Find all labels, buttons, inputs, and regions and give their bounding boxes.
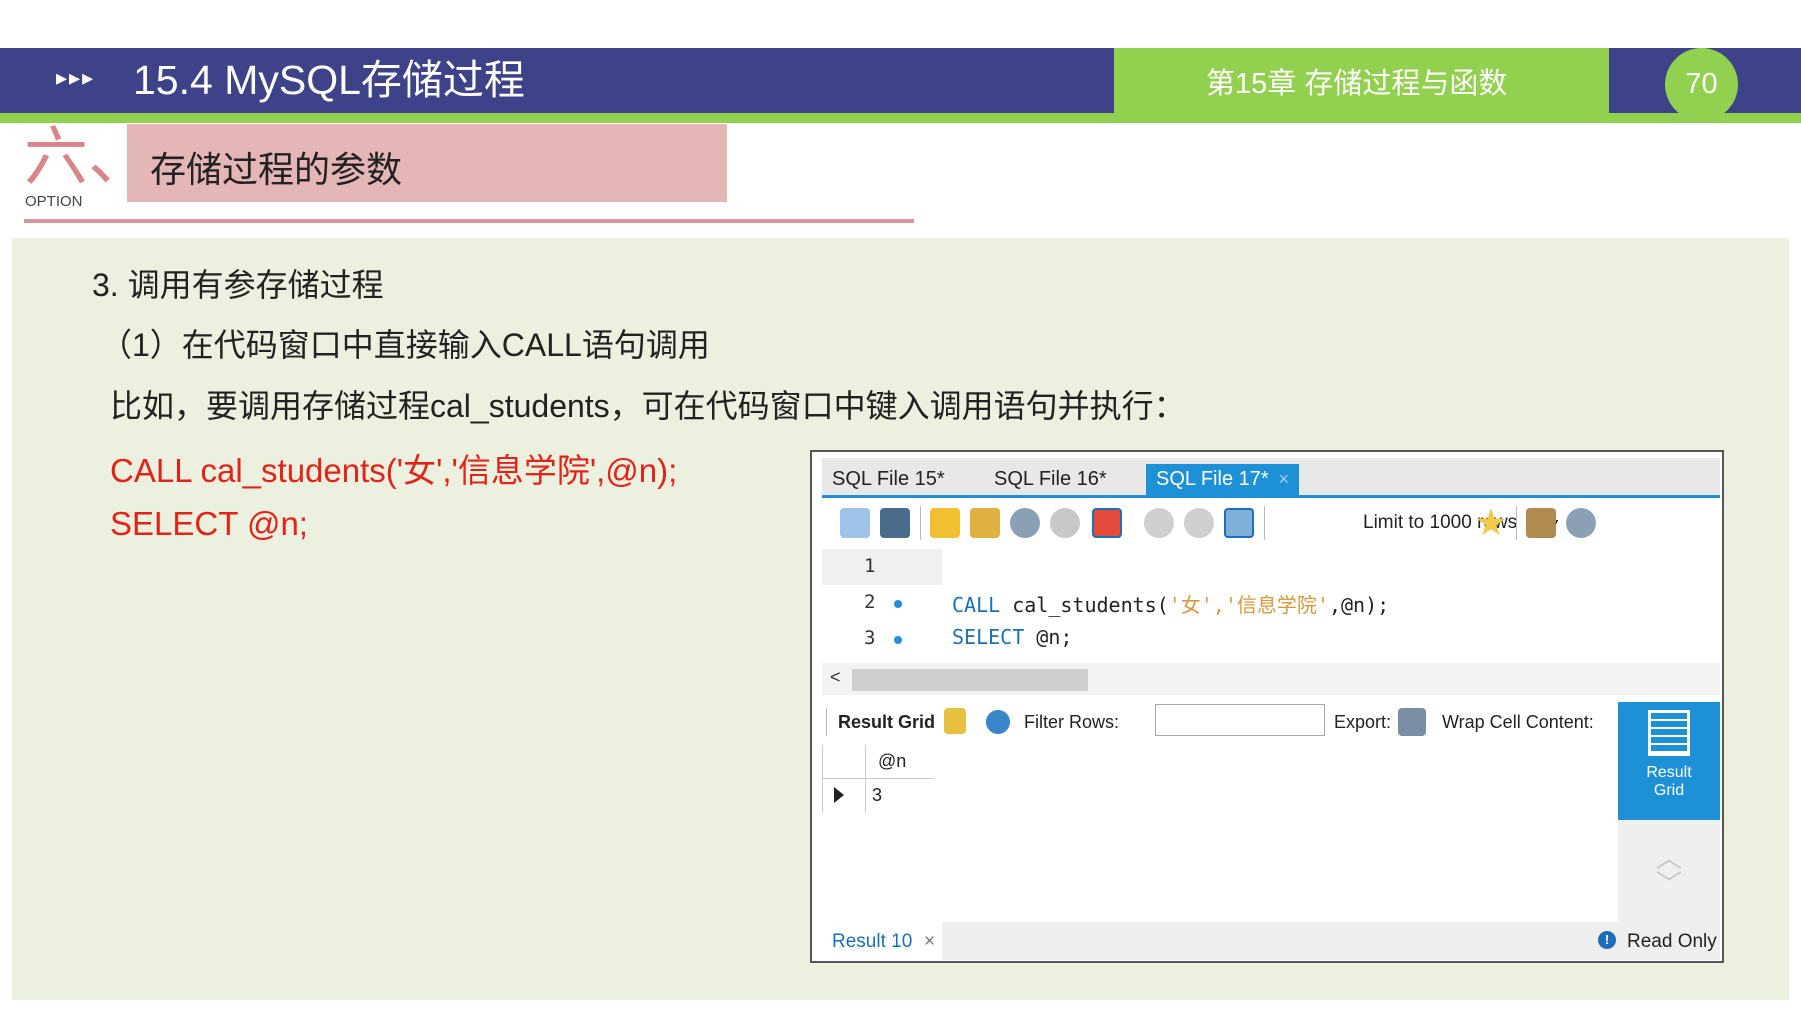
grid-header: @n [822, 745, 934, 779]
chevron-down-icon[interactable]: ﹀ [1656, 864, 1682, 901]
tab-underline [822, 495, 1720, 498]
side-panel: ︿ ﹀ [1618, 820, 1720, 928]
execute-icon[interactable] [930, 508, 960, 538]
page-title: 15.4 MySQL存储过程 [133, 57, 525, 103]
scroll-thumb[interactable] [852, 669, 1088, 691]
tab-sql-file-17[interactable]: SQL File 17* × [1146, 464, 1300, 496]
content-subheading: （1）在代码窗口中直接输入CALL语句调用 [100, 327, 710, 363]
open-folder-icon[interactable] [840, 508, 870, 538]
horizontal-scrollbar[interactable]: < [822, 663, 1720, 695]
header-bar: ▸▸▸ 15.4 MySQL存储过程 [0, 48, 1114, 113]
export-label: Export: [1334, 712, 1392, 732]
result-tab-label: Result 10 [832, 931, 913, 952]
editor-toolbar: Limit to 1000 rows▼ [822, 500, 1720, 548]
result-tab[interactable]: Result 10 × [822, 922, 942, 960]
scroll-left-icon[interactable]: < [830, 667, 841, 688]
autocommit-icon[interactable] [1224, 508, 1254, 538]
chapter-banner: 第15章 存储过程与函数 [1114, 48, 1609, 113]
code-editor[interactable]: 1 2 CALL cal_students('女','信息学院',@n); 3 … [822, 549, 1720, 663]
explain-icon[interactable] [1010, 508, 1040, 538]
statement-dot-icon [894, 600, 902, 608]
commit-icon[interactable] [1144, 508, 1174, 538]
page-number: 70 [1685, 68, 1718, 100]
table-row[interactable]: 3 [822, 779, 934, 813]
section-underline [24, 219, 914, 223]
line-number: 1 [864, 555, 876, 577]
code-line-3: SELECT @n; [952, 625, 1073, 649]
rollback-icon[interactable] [1184, 508, 1214, 538]
toolbar-separator [920, 506, 921, 540]
wrap-cell-label: Wrap Cell Content: [1442, 712, 1594, 732]
read-only-status: Read Only [1627, 931, 1717, 952]
toolbar-separator [1516, 506, 1517, 540]
header-arrows: ▸▸▸ [56, 66, 96, 91]
result-toolbar: Result Grid Filter Rows: Export: Wrap Ce… [822, 702, 1618, 744]
section-title: 存储过程的参数 [150, 149, 403, 190]
row-pointer-icon [834, 787, 844, 803]
toggle-error-icon[interactable] [1092, 508, 1122, 538]
code-line-2: CALL cal_students('女','信息学院',@n); [952, 593, 1390, 617]
workbench-screenshot: SQL File 15* SQL File 16* SQL File 17* × … [810, 450, 1724, 963]
close-icon[interactable]: × [1279, 469, 1290, 489]
grid-layout-icon[interactable] [944, 708, 966, 734]
line-number: 3 [864, 627, 876, 649]
result-grid: @n 3 [822, 745, 1618, 921]
result-grid-label[interactable]: Result Grid [838, 712, 935, 733]
result-status-bar: Result 10 × ! Read Only [822, 922, 1720, 960]
section-title-band: 存储过程的参数 [127, 124, 727, 202]
page-number-badge: 70 [1665, 48, 1738, 121]
refresh-icon[interactable] [986, 710, 1010, 734]
chapter-title: 第15章 存储过程与函数 [1206, 68, 1508, 100]
tab-sql-file-15[interactable]: SQL File 15* [822, 464, 955, 496]
stop-icon[interactable] [1050, 508, 1080, 538]
code-line-call: CALL cal_students('女','信息学院',@n); [110, 452, 678, 489]
content-heading: 3. 调用有参存储过程 [92, 267, 384, 303]
tab-sql-file-16[interactable]: SQL File 16* [984, 464, 1117, 496]
code-line-select: SELECT @n; [110, 505, 308, 542]
content-description: 比如，要调用存储过程cal_students，可在代码窗口中键入调用语句并执行： [110, 388, 1186, 424]
section-option-label: OPTION [25, 193, 83, 210]
close-icon[interactable]: × [924, 931, 935, 953]
editor-gutter [822, 549, 942, 585]
column-header[interactable]: @n [878, 751, 906, 772]
toolbar-separator [1264, 506, 1265, 540]
info-icon: ! [1598, 931, 1616, 949]
header-divider [0, 113, 1801, 123]
filter-rows-input[interactable] [1155, 704, 1325, 736]
editor-tabs: SQL File 15* SQL File 16* SQL File 17* × [822, 458, 1720, 496]
line-number: 2 [864, 591, 876, 613]
statement-dot-icon [894, 636, 902, 644]
beautify-icon[interactable] [1526, 508, 1556, 538]
export-icon[interactable] [1398, 708, 1426, 736]
execute-current-icon[interactable] [970, 508, 1000, 538]
save-icon[interactable] [880, 508, 910, 538]
find-icon[interactable] [1566, 508, 1596, 538]
filter-rows-label: Filter Rows: [1024, 712, 1120, 732]
result-grid-icon [1648, 710, 1690, 756]
table-cell[interactable]: 3 [872, 785, 882, 806]
result-grid-side-button[interactable]: Result Grid [1618, 702, 1720, 820]
